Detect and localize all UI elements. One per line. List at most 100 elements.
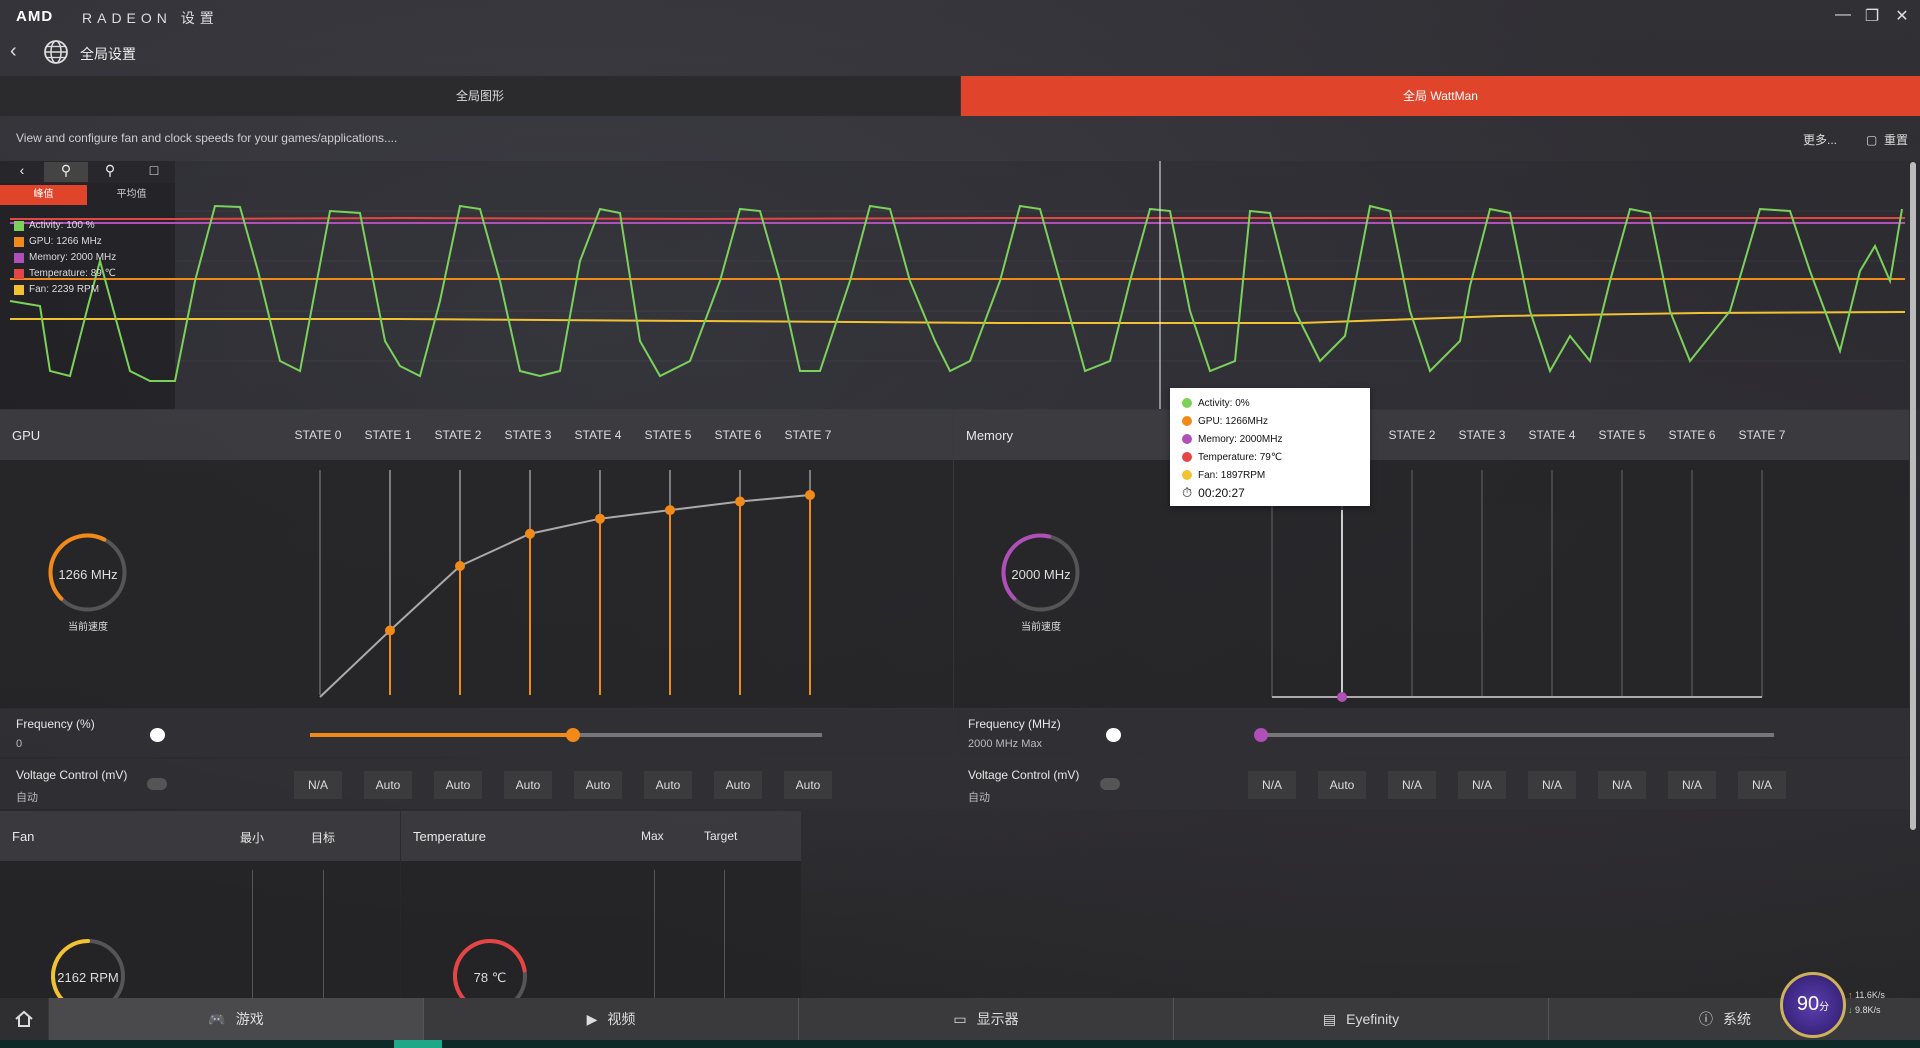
tab-global-graphics[interactable]: 全局图形 xyxy=(0,76,960,116)
zoom-in-icon[interactable]: ⚲ xyxy=(44,162,88,182)
temperature-max-column: Max xyxy=(641,829,664,843)
nav-eyefinity[interactable]: ▤ Eyefinity xyxy=(1174,998,1548,1040)
gpu-state-point[interactable] xyxy=(385,625,395,636)
scrollbar[interactable] xyxy=(1910,162,1916,830)
fan-gauge-value: 2162 RPM xyxy=(57,970,119,985)
nav-video[interactable]: ▶ 视频 xyxy=(424,998,798,1040)
dot-icon xyxy=(1182,452,1192,462)
memory-voltage-state-button[interactable]: N/A xyxy=(1458,771,1506,799)
memory-title: Memory xyxy=(966,428,1013,443)
fit-icon[interactable]: □ xyxy=(132,162,176,182)
gpu-voltage-state-button[interactable]: Auto xyxy=(504,771,552,799)
memory-voltage-state-button[interactable]: N/A xyxy=(1388,771,1436,799)
tooltip-activity: Activity: 0% xyxy=(1182,394,1370,412)
gpu-voltage-state-button[interactable]: Auto xyxy=(784,771,832,799)
memory-state-label[interactable]: STATE 5 xyxy=(1592,428,1652,442)
memory-state-label[interactable]: STATE 7 xyxy=(1732,428,1792,442)
score-value: 90分 xyxy=(1796,993,1830,1015)
graph-toolbar: ‹ ⚲ ⚲ □ xyxy=(0,161,175,183)
memory-voltage-state-button[interactable]: Auto xyxy=(1318,771,1366,799)
more-link[interactable]: 更多... xyxy=(1803,131,1837,148)
nav-display[interactable]: ▭ 显示器 xyxy=(799,998,1173,1040)
gpu-voltage-label: Voltage Control (mV) xyxy=(16,768,128,782)
nav-games[interactable]: 🎮 游戏 xyxy=(49,998,423,1040)
temperature-max-line xyxy=(654,870,655,998)
stopwatch-icon: ⏱ xyxy=(1182,485,1193,500)
gpu-state-label[interactable]: STATE 0 xyxy=(288,428,348,442)
memory-slider-handle[interactable] xyxy=(1254,728,1268,742)
memory-voltage-state-button[interactable]: N/A xyxy=(1598,771,1646,799)
amd-logo: AMD xyxy=(16,8,54,25)
tooltip-temperature: Temperature: 79℃ xyxy=(1182,448,1370,466)
activity-graph[interactable] xyxy=(0,161,1920,409)
gpu-frequency-slider[interactable] xyxy=(310,728,822,742)
gpu-state-point[interactable] xyxy=(805,490,815,501)
score-widget[interactable]: 90分 xyxy=(1780,972,1846,1038)
gpu-state-point[interactable] xyxy=(595,513,605,524)
legend-fan[interactable]: Fan: 2239 RPM xyxy=(14,284,99,295)
gpu-state-label[interactable]: STATE 6 xyxy=(708,428,768,442)
gpu-voltage-toggle[interactable] xyxy=(147,778,167,790)
restore-icon[interactable]: ❐ xyxy=(1861,6,1883,26)
memory-voltage-state-button[interactable]: N/A xyxy=(1668,771,1716,799)
memory-frequency-toggle[interactable] xyxy=(1106,728,1121,742)
fan-title: Fan xyxy=(12,829,35,844)
gpu-state-label[interactable]: STATE 1 xyxy=(358,428,418,442)
temperature-gauge-value: 78 ℃ xyxy=(473,970,507,985)
legend-activity[interactable]: Activity: 100 % xyxy=(14,220,95,231)
legend-temperature[interactable]: Temperature: 89 ℃ xyxy=(14,268,116,279)
fan-min-column: 最小 xyxy=(240,831,265,845)
gpu-state-label[interactable]: STATE 5 xyxy=(638,428,698,442)
memory-voltage-state-button[interactable]: N/A xyxy=(1248,771,1296,799)
gpu-voltage-state-button[interactable]: Auto xyxy=(714,771,762,799)
memory-state-label[interactable]: STATE 4 xyxy=(1522,428,1582,442)
gpu-slider-handle[interactable] xyxy=(566,728,580,742)
app-name: RADEON 设置 xyxy=(82,10,219,26)
gpu-state-label[interactable]: STATE 4 xyxy=(568,428,628,442)
average-mode-tab[interactable]: 平均值 xyxy=(88,185,175,205)
page-title: 全局设置 xyxy=(80,46,136,62)
zoom-out-icon[interactable]: ⚲ xyxy=(88,162,132,182)
memory-frequency-slider[interactable] xyxy=(1254,728,1774,742)
tooltip-gpu: GPU: 1266MHz xyxy=(1182,412,1370,430)
memory-state-label[interactable]: STATE 6 xyxy=(1662,428,1722,442)
home-button[interactable] xyxy=(0,998,48,1040)
gpu-state-label[interactable]: STATE 2 xyxy=(428,428,488,442)
gpu-voltage-state-button[interactable]: Auto xyxy=(434,771,482,799)
memory-state-label[interactable]: STATE 3 xyxy=(1452,428,1512,442)
gpu-voltage-state-button[interactable]: Auto xyxy=(574,771,622,799)
graph-tooltip: Activity: 0% GPU: 1266MHz Memory: 2000MH… xyxy=(1170,388,1370,506)
reset-icon: ▢ xyxy=(1866,133,1878,147)
gpu-voltage-state-button[interactable]: Auto xyxy=(644,771,692,799)
memory-state-point[interactable] xyxy=(1337,692,1347,702)
gpu-voltage-state-button[interactable]: N/A xyxy=(294,771,342,799)
tab-global-wattman[interactable]: 全局 WattMan xyxy=(961,76,1920,116)
legend-gpu[interactable]: GPU: 1266 MHz xyxy=(14,236,102,247)
gpu-state-point[interactable] xyxy=(665,505,675,516)
minimize-icon[interactable]: — xyxy=(1832,6,1854,24)
gpu-voltage-state-button[interactable]: Auto xyxy=(364,771,412,799)
memory-voltage-state-button[interactable]: N/A xyxy=(1528,771,1576,799)
gpu-state-point[interactable] xyxy=(735,496,745,507)
fan-target-column: 目标 xyxy=(311,831,336,845)
memory-frequency-value: 2000 MHz Max xyxy=(968,738,1042,750)
gpu-state-point[interactable] xyxy=(455,561,465,571)
legend-memory[interactable]: Memory: 2000 MHz xyxy=(14,252,116,263)
memory-voltage-toggle[interactable] xyxy=(1100,778,1120,790)
peak-mode-tab[interactable]: 峰值 xyxy=(0,185,87,205)
dot-icon xyxy=(1182,398,1192,408)
chevron-left-icon[interactable]: ‹ xyxy=(0,162,44,182)
checkbox-icon xyxy=(14,236,24,247)
gpu-state-label[interactable]: STATE 7 xyxy=(778,428,838,442)
gpu-frequency-toggle[interactable] xyxy=(150,728,165,742)
back-arrow-icon[interactable]: ‹ xyxy=(10,40,17,63)
gpu-state-point[interactable] xyxy=(525,528,535,539)
reset-button[interactable]: ▢ 重置 xyxy=(1866,131,1908,148)
tooltip-fan: Fan: 1897RPM xyxy=(1182,466,1370,484)
gpu-state-label[interactable]: STATE 3 xyxy=(498,428,558,442)
close-icon[interactable]: ✕ xyxy=(1891,6,1913,26)
gpu-state-curve[interactable] xyxy=(300,470,820,705)
memory-voltage-state-button[interactable]: N/A xyxy=(1738,771,1786,799)
memory-state-label[interactable]: STATE 2 xyxy=(1382,428,1442,442)
temperature-title: Temperature xyxy=(413,829,486,844)
